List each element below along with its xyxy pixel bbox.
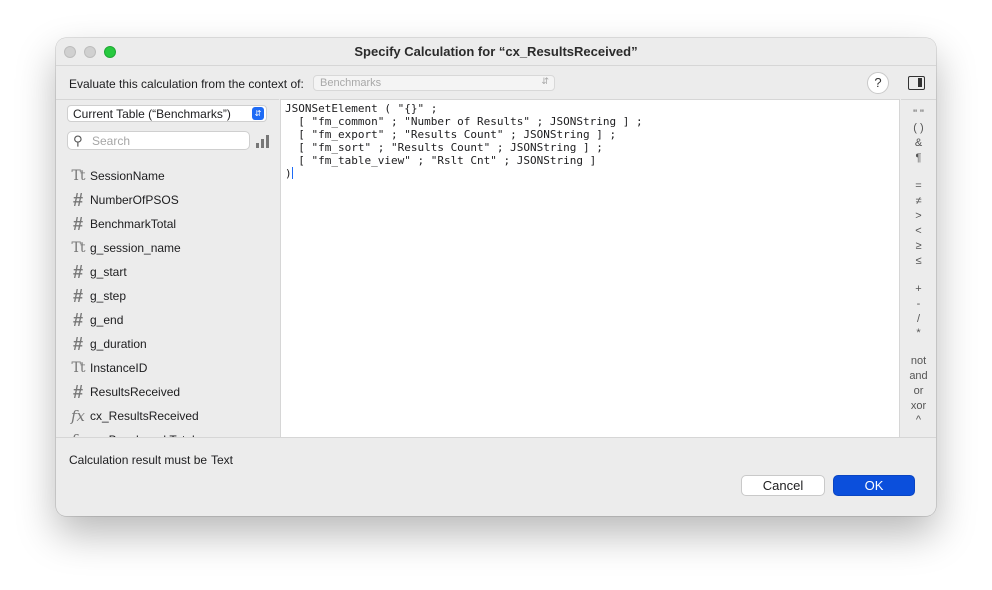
operator-button[interactable]: ( ) xyxy=(901,122,936,134)
operator-button[interactable]: or xyxy=(901,385,936,397)
number-type-icon: # xyxy=(72,262,83,282)
field-list-item[interactable]: fx cx_ResultsReceived xyxy=(56,404,279,428)
calculation-type-icon: fx xyxy=(70,407,85,425)
number-type-icon: # xyxy=(72,190,83,210)
operator-button[interactable]: " " xyxy=(901,108,936,120)
operator-button[interactable]: / xyxy=(901,313,936,325)
formula-line: [ "fm_export" ; "Results Count" ; JSONSt… xyxy=(285,128,617,141)
table-selector[interactable]: Current Table (“Benchmarks”) ⇵ xyxy=(67,105,267,122)
field-name: cx_ResultsReceived xyxy=(90,409,199,423)
operator-button[interactable]: ¶ xyxy=(901,152,936,164)
text-type-icon: Tt xyxy=(71,240,86,256)
field-name: g_duration xyxy=(90,337,147,351)
field-name: g_start xyxy=(90,265,127,279)
field-name: SessionName xyxy=(90,169,165,183)
footer-divider xyxy=(56,437,936,438)
field-list-item[interactable]: Tt g_session_name xyxy=(56,236,279,260)
operator-button[interactable]: & xyxy=(901,137,936,149)
number-type-icon: # xyxy=(72,334,83,354)
formula-line: ) xyxy=(285,167,292,180)
result-type-label: Calculation result must be xyxy=(69,453,208,467)
text-type-icon: Tt xyxy=(71,168,86,184)
operator-palette: " " ( ) & ¶ = ≠ > < ≥ ≤ + - / * not and or xor ^ xyxy=(901,99,936,438)
field-name: g_end xyxy=(90,313,124,327)
field-list-item[interactable]: # g_step xyxy=(56,284,279,308)
calculation-editor[interactable]: JSONSetElement ( "{}" ; [ "fm_common" ; … xyxy=(280,99,900,437)
formula-line: [ "fm_table_view" ; "Rslt Cnt" ; JSONStr… xyxy=(285,154,597,167)
formula-text[interactable]: JSONSetElement ( "{}" ; [ "fm_common" ; … xyxy=(285,102,643,180)
operator-button[interactable]: ^ xyxy=(901,414,936,426)
number-type-icon: # xyxy=(72,286,83,306)
title-bar[interactable]: Specify Calculation for “cx_ResultsRecei… xyxy=(56,38,936,66)
context-label: Evaluate this calculation from the conte… xyxy=(69,77,304,91)
field-name: g_session_name xyxy=(90,241,181,255)
field-name: InstanceID xyxy=(90,361,148,375)
context-table-select[interactable]: Benchmarks ⇵ xyxy=(313,75,555,91)
field-search-input[interactable] xyxy=(92,133,242,148)
number-type-icon: # xyxy=(72,382,83,402)
field-list-item[interactable]: # ResultsReceived xyxy=(56,380,279,404)
field-list-item[interactable]: # g_start xyxy=(56,260,279,284)
popup-stepper-icon: ⇵ xyxy=(252,107,264,120)
field-list-item[interactable]: Tt InstanceID xyxy=(56,356,279,380)
field-name: NumberOfPSOS xyxy=(90,193,179,207)
bar-chart-icon[interactable] xyxy=(256,135,270,148)
operator-button[interactable]: ≥ xyxy=(901,240,936,252)
number-type-icon: # xyxy=(72,310,83,330)
help-button[interactable]: ? xyxy=(867,72,889,94)
cancel-button[interactable]: Cancel xyxy=(741,475,825,496)
field-name: g_step xyxy=(90,289,127,303)
field-list: Tt SessionName # NumberOfPSOS # BenchmarkTota… xyxy=(56,164,279,438)
formula-line: [ "fm_common" ; "Number of Results" ; JS… xyxy=(285,115,643,128)
table-selector-value: Current Table (“Benchmarks”) xyxy=(73,107,231,121)
operator-button[interactable]: xor xyxy=(901,400,936,412)
result-type-value[interactable]: Text xyxy=(211,453,233,467)
number-type-icon: # xyxy=(72,214,83,234)
text-caret xyxy=(291,167,293,179)
field-list-item[interactable]: # g_end xyxy=(56,308,279,332)
operator-button[interactable]: and xyxy=(901,370,936,382)
dialog-title: Specify Calculation for “cx_ResultsRecei… xyxy=(354,44,638,59)
field-name: BenchmarkTotal xyxy=(90,217,177,231)
sidebar-toggle-icon[interactable] xyxy=(908,76,925,90)
chevron-updown-icon: ⇵ xyxy=(541,76,549,86)
field-list-item[interactable]: Tt SessionName xyxy=(56,164,279,188)
field-list-item[interactable]: # BenchmarkTotal xyxy=(56,212,279,236)
field-list-item[interactable]: # g_duration xyxy=(56,332,279,356)
operator-button[interactable]: < xyxy=(901,225,936,237)
specify-calculation-dialog: Specify Calculation for “cx_ResultsRecei… xyxy=(56,38,936,516)
text-type-icon: Tt xyxy=(71,360,86,376)
field-name: ResultsReceived xyxy=(90,385,181,399)
context-selected-value: Benchmarks xyxy=(320,77,382,89)
ok-button[interactable]: OK xyxy=(833,475,915,496)
operator-button[interactable]: ≤ xyxy=(901,255,936,267)
field-sidebar: Current Table (“Benchmarks”) ⇵ ⚲ Tt Sessi… xyxy=(56,99,279,438)
search-icon: ⚲ xyxy=(73,133,83,148)
operator-button[interactable]: * xyxy=(901,327,936,339)
operator-button[interactable]: - xyxy=(901,298,936,310)
formula-line: [ "fm_sort" ; "Results Count" ; JSONStri… xyxy=(285,141,603,154)
operator-button[interactable]: > xyxy=(901,210,936,222)
operator-button[interactable]: ≠ xyxy=(901,195,936,207)
field-search-box[interactable]: ⚲ xyxy=(67,131,250,150)
formula-line: JSONSetElement ( "{}" ; xyxy=(285,102,438,115)
field-list-item[interactable]: # NumberOfPSOS xyxy=(56,188,279,212)
operator-button[interactable]: not xyxy=(901,355,936,367)
operator-button[interactable]: = xyxy=(901,180,936,192)
operator-button[interactable]: + xyxy=(901,283,936,295)
